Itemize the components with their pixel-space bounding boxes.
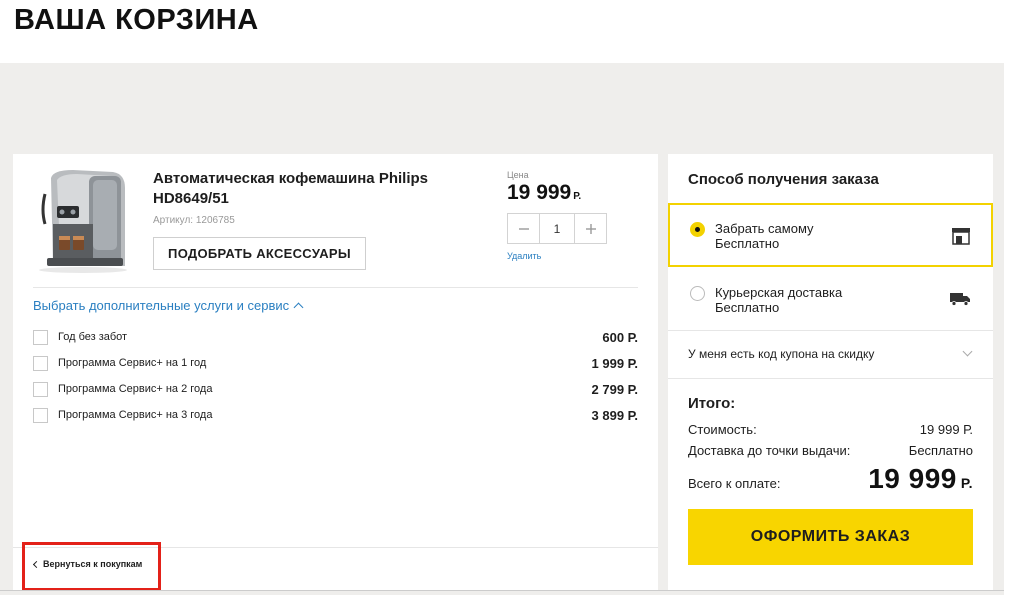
summary-total-label: Всего к оплате: bbox=[688, 476, 781, 491]
summary-cost-label: Стоимость: bbox=[688, 422, 757, 437]
radio-selected[interactable] bbox=[690, 222, 705, 237]
summary-cost-row: Стоимость: 19 999 Р. bbox=[688, 422, 973, 437]
service-price: 1 999 Р. bbox=[591, 355, 638, 371]
service-checkbox[interactable] bbox=[33, 407, 48, 423]
summary-delivery-label: Доставка до точки выдачи: bbox=[688, 443, 851, 458]
service-name: Программа Сервис+ на 3 года bbox=[58, 409, 213, 421]
pick-accessories-button[interactable]: ПОДОБРАТЬ АКСЕССУАРЫ bbox=[153, 237, 366, 270]
highlight-box bbox=[22, 542, 161, 591]
summary-delivery-row: Доставка до точки выдачи: Бесплатно bbox=[688, 443, 973, 458]
summary-total-row: Всего к оплате: 19 999 Р. bbox=[688, 463, 973, 495]
delivery-option-label: Забрать самому Бесплатно bbox=[715, 221, 814, 251]
service-item[interactable]: Программа Сервис+ на 1 год 1 999 Р. bbox=[33, 353, 638, 373]
order-side-panel: Способ получения заказа Забрать самому Б… bbox=[668, 154, 993, 591]
summary-total-value: 19 999 Р. bbox=[868, 463, 973, 495]
service-price: 2 799 Р. bbox=[591, 381, 638, 397]
services-toggle[interactable]: Выбрать дополнительные услуги и сервис bbox=[33, 298, 304, 313]
delivery-option-price: Бесплатно bbox=[715, 300, 780, 315]
summary-cost-value: 19 999 Р. bbox=[919, 422, 973, 437]
article-number: 1206785 bbox=[195, 215, 235, 226]
price-currency: Р. bbox=[573, 191, 582, 202]
summary-title: Итого: bbox=[688, 395, 736, 412]
divider bbox=[668, 378, 993, 379]
minus-icon[interactable] bbox=[508, 214, 539, 243]
service-name: Программа Сервис+ на 1 год bbox=[58, 357, 207, 369]
service-checkbox[interactable] bbox=[33, 381, 48, 397]
service-item[interactable]: Программа Сервис+ на 3 года 3 899 Р. bbox=[33, 405, 638, 425]
price-amount: 19 999 bbox=[507, 181, 572, 204]
truck-icon bbox=[950, 293, 970, 306]
delivery-method-title: Способ получения заказа bbox=[688, 171, 879, 188]
product-image[interactable] bbox=[33, 166, 133, 274]
total-amount: 19 999 bbox=[868, 463, 957, 494]
page-title: ВАША КОРЗИНА bbox=[14, 4, 259, 36]
store-icon bbox=[952, 228, 970, 245]
service-price: 3 899 Р. bbox=[591, 407, 638, 423]
product-title[interactable]: Автоматическая кофемашина Philips HD8649… bbox=[153, 169, 473, 209]
delivery-option-courier[interactable]: Курьерская доставка Бесплатно bbox=[668, 271, 993, 331]
summary-delivery-value: Бесплатно bbox=[908, 443, 973, 458]
service-item[interactable]: Программа Сервис+ на 2 года 2 799 Р. bbox=[33, 379, 638, 399]
bottom-divider bbox=[0, 590, 1004, 591]
service-price: 600 Р. bbox=[602, 329, 638, 345]
product-article: Артикул: 1206785 bbox=[153, 215, 235, 226]
service-checkbox[interactable] bbox=[33, 355, 48, 371]
quantity-stepper: 1 bbox=[507, 213, 607, 244]
product-price: 19 999 Р. bbox=[507, 181, 581, 205]
service-name: Год без забот bbox=[58, 331, 128, 343]
cart-panel: Автоматическая кофемашина Philips HD8649… bbox=[13, 154, 658, 591]
price-label: Цена bbox=[507, 170, 529, 180]
divider bbox=[33, 287, 638, 288]
delivery-option-pickup[interactable]: Забрать самому Бесплатно bbox=[668, 203, 993, 267]
service-name: Программа Сервис+ на 2 года bbox=[58, 383, 213, 395]
delivery-option-price: Бесплатно bbox=[715, 236, 780, 251]
article-label: Артикул: bbox=[153, 215, 194, 226]
quantity-input[interactable]: 1 bbox=[539, 214, 575, 243]
services-toggle-label: Выбрать дополнительные услуги и сервис bbox=[33, 298, 290, 313]
service-checkbox[interactable] bbox=[33, 329, 48, 345]
delivery-option-name: Забрать самому bbox=[715, 221, 814, 236]
coupon-toggle[interactable]: У меня есть код купона на скидку bbox=[688, 346, 973, 361]
chevron-up-icon bbox=[293, 302, 304, 313]
delivery-option-name: Курьерская доставка bbox=[715, 285, 843, 300]
checkout-button[interactable]: ОФОРМИТЬ ЗАКАЗ bbox=[688, 509, 973, 565]
plus-icon[interactable] bbox=[575, 214, 606, 243]
service-item[interactable]: Год без забот 600 Р. bbox=[33, 327, 638, 347]
delivery-option-label: Курьерская доставка Бесплатно bbox=[715, 285, 842, 315]
total-currency: Р. bbox=[960, 475, 973, 491]
radio-unselected[interactable] bbox=[690, 286, 705, 301]
remove-link[interactable]: Удалить bbox=[507, 251, 541, 261]
coupon-label: У меня есть код купона на скидку bbox=[688, 347, 875, 361]
chevron-down-icon bbox=[962, 346, 973, 357]
